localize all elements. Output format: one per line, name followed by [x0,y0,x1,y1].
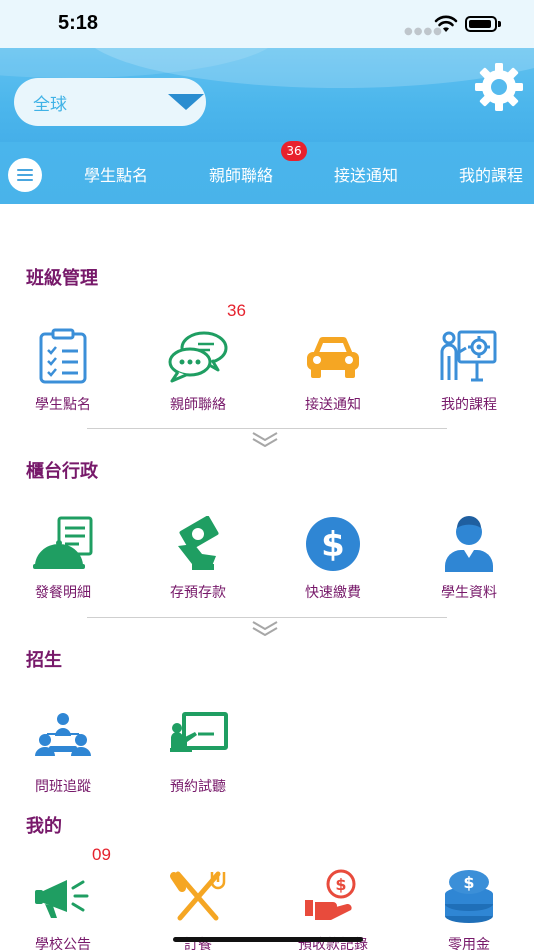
nav-item-pickup-notice[interactable]: 接送通知 [334,162,398,186]
money-deposit-icon [178,516,219,570]
tile-deposit[interactable]: 存預存款 [138,516,258,606]
tile-parent-contact[interactable]: 親師聯絡 [138,328,258,418]
tile-label: 發餐明細 [35,585,91,601]
chat-bubbles-icon [168,331,228,383]
megaphone-icon [35,880,89,918]
wifi-icon [434,15,458,32]
tile-label: 預約試聽 [170,779,226,795]
nav-item-my-courses[interactable]: 我的課程 [459,162,523,186]
section-title-class-management: 班級管理 [26,268,98,289]
notification-badge: 36 [281,141,307,161]
section-title-enrollment: 招生 [26,650,62,671]
menu-button[interactable] [8,158,42,192]
teacher-board-icon [440,330,497,382]
section-title-mine: 我的 [26,816,62,837]
tile-label: 學生資料 [441,585,497,601]
tile-my-courses[interactable]: 我的課程 [409,328,529,418]
region-dropdown[interactable]: 全球 [14,78,206,126]
car-icon [307,336,359,378]
status-bar: 5:18 ●●●● [0,0,534,48]
app-header: 全球 [0,48,534,142]
home-indicator[interactable] [173,937,363,942]
app-screen: 5:18 ●●●● 全球 學生點名 親師聯絡 接送通知 我的課程 36 班級管理… [0,0,534,950]
group-meeting-icon [35,713,91,756]
chevron-down-icon[interactable] [251,431,279,447]
status-time: 5:18 [58,12,99,34]
nav-item-parent-contact[interactable]: 親師聯絡 [209,162,273,186]
quick-nav-bar: 學生點名 親師聯絡 接送通知 我的課程 [0,142,534,204]
tile-student-rollcall[interactable]: 學生點名 [3,328,123,418]
region-dropdown-value: 全球 [33,95,67,115]
food-cloche-icon [33,516,93,569]
coin-stack-icon: $ [445,870,493,923]
tile-count-badge: 09 [92,845,111,864]
section-divider [87,428,447,429]
chevron-down-icon [168,94,204,110]
tile-school-announcement[interactable]: 學校公告 [3,868,123,950]
section-divider [87,617,447,618]
tile-inquiry-tracking[interactable]: 問班追蹤 [3,710,123,800]
tile-pocket-money[interactable]: $ 零用金 [409,868,529,950]
tile-label: 學校公告 [35,937,91,950]
svg-text:$: $ [463,873,474,892]
tile-meal-details[interactable]: 發餐明細 [3,516,123,606]
gear-icon[interactable] [472,60,526,114]
tile-quick-payment[interactable]: $ 快速繳費 [273,516,393,606]
student-profile-icon [445,516,493,572]
tile-label: 快速繳費 [305,585,361,601]
dollar-coin-icon: $ [306,517,360,571]
tile-label: 零用金 [448,937,490,950]
nav-item-student-rollcall[interactable]: 學生點名 [84,162,148,186]
svg-text:$: $ [321,525,345,565]
section-title-front-desk: 櫃台行政 [26,461,98,482]
clipboard-checklist-icon [39,328,87,384]
tile-label: 親師聯絡 [170,397,226,413]
tile-label: 存預存款 [170,585,226,601]
tile-trial-booking[interactable]: 預約試聽 [138,710,258,800]
tile-label: 學生點名 [35,397,91,413]
tile-label: 我的課程 [441,397,497,413]
tile-count-badge: 36 [227,301,246,320]
chevron-down-icon[interactable] [251,620,279,636]
battery-icon [465,16,501,32]
tile-pickup-notice[interactable]: 接送通知 [273,328,393,418]
svg-text:$: $ [335,875,346,894]
tile-student-info[interactable]: 學生資料 [409,516,529,606]
fork-knife-icon [170,871,226,921]
payment-hand-icon: $ [305,869,356,920]
classroom-board-icon [170,712,228,752]
tile-label: 問班追蹤 [35,779,91,795]
tile-label: 接送通知 [305,397,361,413]
